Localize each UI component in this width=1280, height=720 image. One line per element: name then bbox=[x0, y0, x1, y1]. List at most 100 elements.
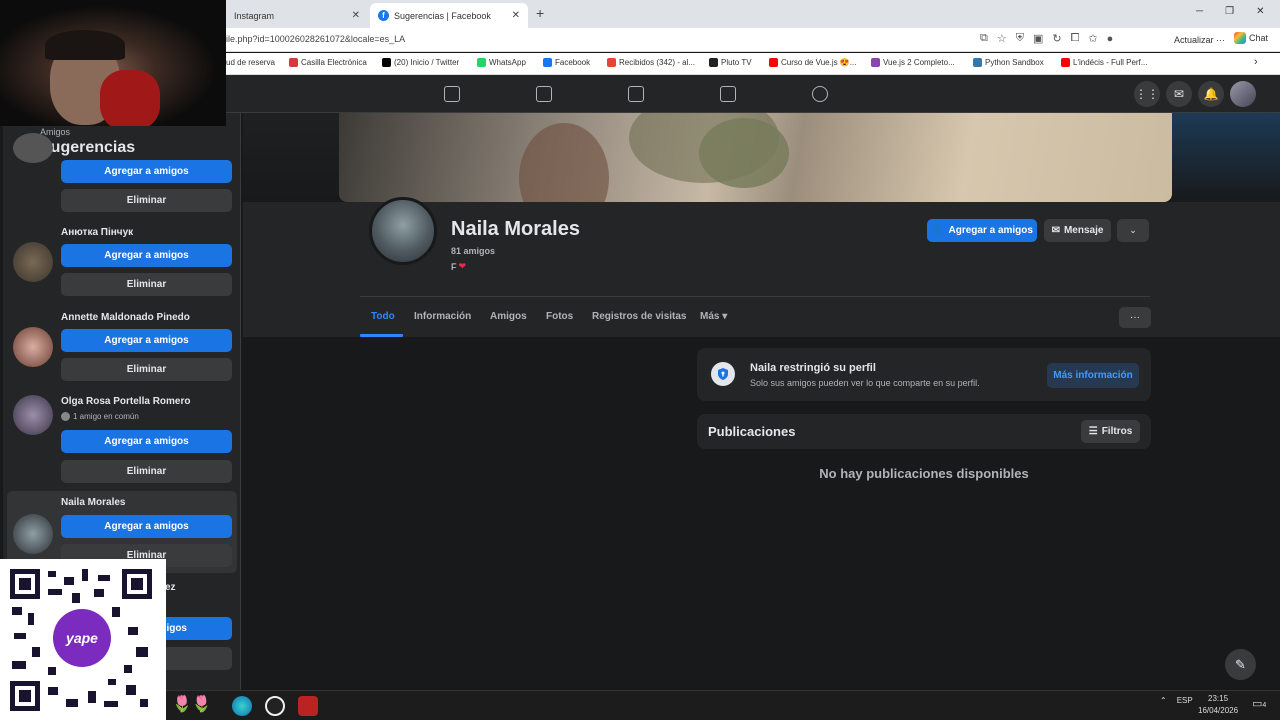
filters-button[interactable]: ☰ Filtros bbox=[1081, 420, 1140, 443]
app-icon[interactable] bbox=[298, 696, 318, 716]
more-options-button[interactable]: ⌄ bbox=[1117, 219, 1149, 242]
clock[interactable]: 23:15 16/04/2026 bbox=[1198, 693, 1238, 717]
update-button[interactable]: Actualizar ··· bbox=[1168, 32, 1231, 48]
remove-button[interactable]: Eliminar bbox=[61, 189, 232, 212]
restore-icon[interactable]: ❐ bbox=[1225, 6, 1234, 17]
bookmark-icon bbox=[543, 58, 552, 67]
filters-label: Filtros bbox=[1101, 426, 1133, 437]
bookmark-icon bbox=[709, 58, 718, 67]
home-icon[interactable] bbox=[444, 86, 460, 102]
tab-registros-de-visitas[interactable]: Registros de visitas bbox=[592, 311, 686, 322]
bookmark-label: Facebook bbox=[555, 58, 591, 67]
notification-center-icon[interactable]: ▭4 bbox=[1252, 697, 1266, 710]
bookmark-item[interactable]: Curso de Vue.js 😍... bbox=[769, 58, 856, 67]
bookmark-item[interactable]: Pluto TV bbox=[709, 58, 752, 67]
menu-grid-icon[interactable]: ⋮⋮ bbox=[1134, 81, 1160, 107]
bookmark-item[interactable]: Facebook bbox=[543, 58, 590, 67]
tab-más[interactable]: Más ▾ bbox=[700, 311, 727, 322]
extension-icon[interactable]: ▣ bbox=[1033, 32, 1043, 45]
bookmark-icon bbox=[289, 58, 298, 67]
remove-button[interactable]: Eliminar bbox=[61, 460, 232, 483]
video-icon[interactable] bbox=[628, 86, 644, 102]
bookmark-item[interactable]: Vue.js 2 Completo... bbox=[871, 58, 955, 67]
address-bar-icons: ⧉ ☆ ⛨ ▣ ↻ ⧠ ✩ ● bbox=[980, 32, 1113, 45]
bookmark-item[interactable]: L'indécis - Full Perf... bbox=[1061, 58, 1147, 67]
feeds-icon[interactable] bbox=[536, 86, 552, 102]
add-friend-button[interactable]: Agregar a amigos bbox=[61, 515, 232, 538]
close-tab-icon[interactable]: ✕ bbox=[352, 10, 360, 21]
bookmark-item[interactable]: ud de reserva bbox=[226, 58, 275, 67]
add-friend-button[interactable]: Agregar a amigos bbox=[61, 430, 232, 453]
add-friend-button[interactable]: Agregar a amigos bbox=[61, 329, 232, 352]
add-friend-label: Agregar a amigos bbox=[948, 225, 1033, 236]
add-friend-button[interactable]: Agregar a amigos bbox=[61, 244, 232, 267]
avatar[interactable] bbox=[13, 395, 53, 435]
tab-more-button[interactable]: ··· bbox=[1119, 307, 1151, 328]
profile-icon[interactable]: ● bbox=[1107, 33, 1114, 45]
account-avatar[interactable] bbox=[1230, 81, 1256, 107]
add-friend-button[interactable]: 👤 Agregar a amigos bbox=[927, 219, 1037, 242]
tab-fotos[interactable]: Fotos bbox=[546, 311, 573, 322]
remove-button[interactable]: Eliminar bbox=[61, 273, 232, 296]
shield-icon[interactable]: ⛨ bbox=[1016, 32, 1024, 45]
avatar[interactable] bbox=[13, 514, 53, 554]
language-indicator[interactable]: ESP bbox=[1177, 696, 1193, 705]
minimize-icon[interactable]: ─ bbox=[1196, 6, 1203, 17]
groups-icon[interactable] bbox=[812, 86, 828, 102]
suggestion-name[interactable]: Olga Rosa Portella Romero bbox=[61, 396, 190, 407]
chevron-up-icon[interactable]: ⌃ bbox=[1160, 696, 1167, 705]
bookmark-item[interactable]: Recibidos (342) - al... bbox=[607, 58, 695, 67]
avatar[interactable] bbox=[13, 242, 53, 282]
avatar[interactable] bbox=[13, 133, 53, 163]
cover-photo[interactable] bbox=[339, 113, 1172, 202]
messenger-icon[interactable]: ✉ bbox=[1166, 81, 1192, 107]
tab-información[interactable]: Información bbox=[414, 311, 471, 322]
facebook-top-nav: ⋮⋮ ✉ 🔔 bbox=[226, 75, 1280, 113]
bookmark-item[interactable]: WhatsApp bbox=[477, 58, 526, 67]
refresh-icon[interactable]: ↻ bbox=[1052, 32, 1061, 45]
tab-todo[interactable]: Todo bbox=[371, 311, 395, 322]
webcam-overlay bbox=[0, 0, 226, 126]
new-message-fab[interactable]: ✎ bbox=[1225, 649, 1256, 680]
tab-amigos[interactable]: Amigos bbox=[490, 311, 527, 322]
friend-count[interactable]: 81 amigos bbox=[451, 246, 495, 256]
suggestion-name[interactable]: ez bbox=[165, 582, 176, 593]
close-tab-icon[interactable]: ✕ bbox=[512, 10, 520, 21]
message-button[interactable]: ✉ Mensaje bbox=[1044, 219, 1111, 242]
remove-button[interactable]: Eliminar bbox=[61, 358, 232, 381]
star-icon[interactable]: ☆ bbox=[997, 32, 1007, 45]
suggestion-name[interactable]: Annette Maldonado Pinedo bbox=[61, 312, 190, 323]
bookmark-item[interactable]: (20) Inicio / Twitter bbox=[382, 58, 459, 67]
bookmark-item[interactable]: Casilla Electrónica bbox=[289, 58, 367, 67]
marketplace-icon[interactable] bbox=[720, 86, 736, 102]
tulips-icon[interactable]: 🌷🌷 bbox=[172, 694, 212, 714]
tab-sugerencias[interactable]: f Sugerencias | Facebook ✕ bbox=[370, 3, 528, 28]
bookmark-label: Casilla Electrónica bbox=[301, 58, 367, 67]
suggestion-name[interactable]: Naila Morales bbox=[61, 497, 125, 508]
translate-icon[interactable]: ⧉ bbox=[980, 32, 988, 45]
close-window-icon[interactable]: ✕ bbox=[1256, 6, 1264, 17]
suggestion-name[interactable]: Анютка Пінчук bbox=[61, 227, 133, 238]
bookmark-icon bbox=[973, 58, 982, 67]
bookmark-label: L'indécis - Full Perf... bbox=[1073, 58, 1148, 67]
chat-button[interactable]: Chat bbox=[1234, 32, 1268, 44]
update-label: Actualizar bbox=[1174, 35, 1214, 45]
add-person-icon: 👤 bbox=[931, 225, 944, 236]
avatar[interactable] bbox=[13, 327, 53, 367]
chevron-right-icon[interactable]: › bbox=[1254, 56, 1258, 68]
favorites-icon[interactable]: ✩ bbox=[1088, 32, 1097, 45]
add-friend-button[interactable]: Agregar a amigos bbox=[61, 160, 232, 183]
profile-picture[interactable] bbox=[369, 197, 437, 265]
obs-icon[interactable] bbox=[265, 696, 285, 716]
restricted-title: Naila restringió su perfil bbox=[750, 362, 876, 374]
new-tab-icon[interactable]: + bbox=[536, 5, 544, 21]
tab-label: Información bbox=[414, 311, 472, 322]
notifications-icon[interactable]: 🔔 bbox=[1198, 81, 1224, 107]
edge-icon[interactable] bbox=[232, 696, 252, 716]
tab-instagram[interactable]: Instagram ✕ bbox=[226, 3, 368, 28]
url-field[interactable]: ile.php?id=100026028261072&locale=es_LA bbox=[226, 34, 405, 44]
split-screen-icon[interactable]: ⧠ bbox=[1071, 32, 1080, 45]
more-info-button[interactable]: Más información bbox=[1047, 363, 1139, 388]
caret-down-icon: ▾ bbox=[719, 311, 728, 322]
bookmark-item[interactable]: Python Sandbox bbox=[973, 58, 1044, 67]
